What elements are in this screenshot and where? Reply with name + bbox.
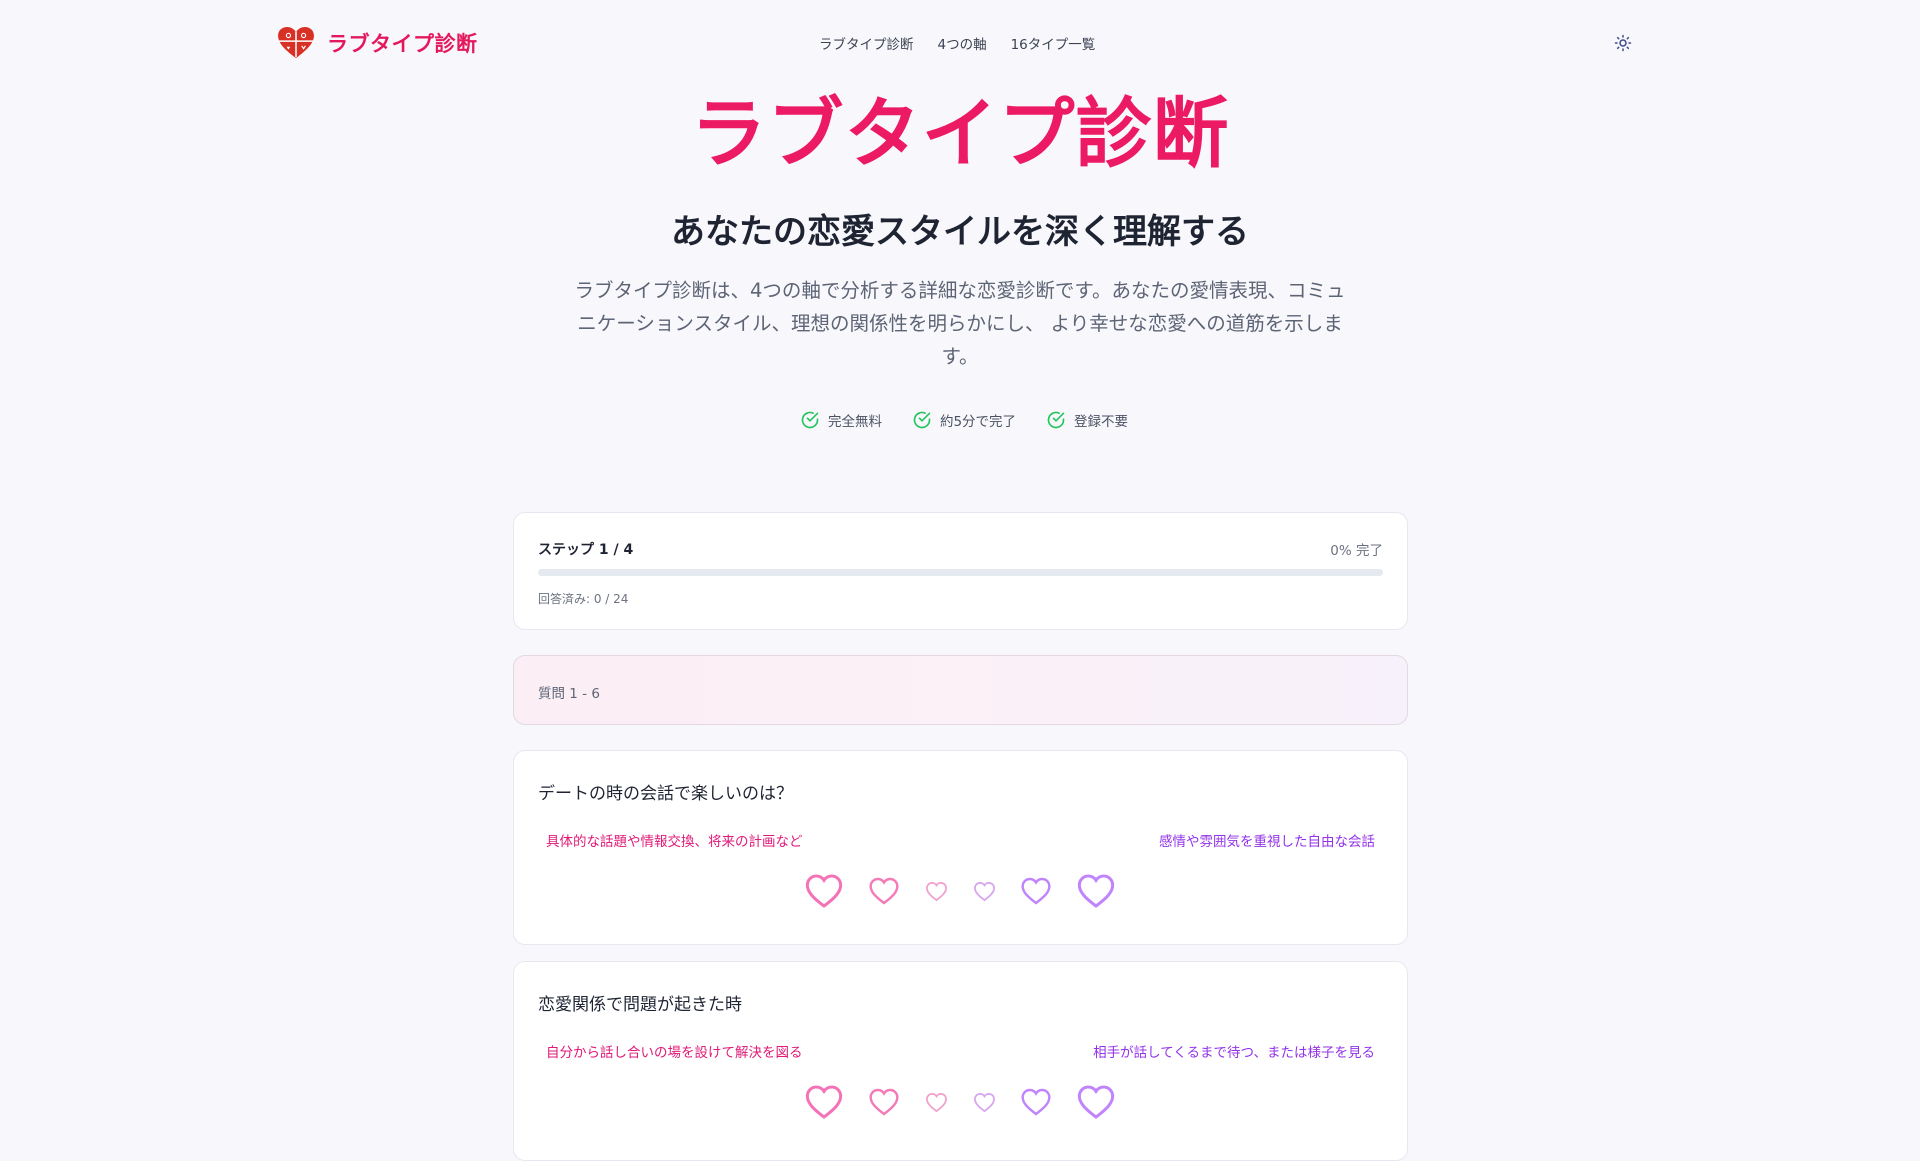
feature-item: 完全無料 [800,410,882,430]
feature-label: 登録不要 [1074,414,1129,430]
heart-icon[interactable] [804,1082,844,1122]
heart-icon[interactable] [973,1091,996,1114]
feature-item: 登録不要 [1046,410,1128,430]
feature-list: 完全無料 約5分で完了 登録不要 [0,410,1920,430]
question-text: デートの時の会話で楽しいのは？ [538,784,793,804]
question-text: 恋愛関係で問題が起きた時 [538,995,742,1015]
logo-text: ラブタイプ診断 [327,32,478,56]
answer-scale [514,866,1407,916]
feature-label: 完全無料 [827,414,882,430]
logo[interactable]: ラブタイプ診断 [277,26,478,60]
progress-card: ステップ 1 / 4 0% 完了 回答済み: 0 / 24 [513,512,1408,630]
heart-icon[interactable] [925,880,948,903]
heart-icon[interactable] [868,1086,900,1118]
heart-logo-icon [278,26,314,59]
answer-scale [514,1077,1407,1127]
heart-outline [1077,874,1115,908]
progress-bar [538,569,1383,576]
check-circle-icon [1047,411,1065,429]
right-option-label: 相手が話してくるまで待つ、または様子を見る [1093,1045,1375,1061]
heart-outline [973,881,995,901]
heart-outline [805,1085,843,1119]
step-indicator: ステップ 1 / 4 [538,542,634,558]
heart-icon[interactable] [1020,1086,1052,1118]
nav-link-type-list[interactable]: 16タイプ一覧 [1011,33,1096,53]
nav-link-diagnosis[interactable]: ラブタイプ診断 [819,33,914,53]
heart-icon[interactable] [804,871,844,911]
check-circle-icon [801,411,819,429]
heart-outline [925,881,947,901]
heart-outline [1077,1085,1115,1119]
heart-outline [1021,1088,1051,1116]
heart-icon[interactable] [1020,875,1052,907]
right-option-label: 感情や雰囲気を重視した自由な会話 [1159,834,1375,850]
heart-icon[interactable] [973,880,996,903]
left-option-label: 具体的な話題や情報交換、将来の計画など [546,834,803,850]
left-option-label: 自分から話し合いの場を設けて解決を図る [546,1045,803,1061]
feature-item: 約5分で完了 [912,410,1016,430]
answered-count: 回答済み: 0 / 24 [538,592,629,606]
heart-icon[interactable] [1076,871,1116,911]
heart-outline [869,1088,899,1116]
heart-icon[interactable] [1076,1082,1116,1122]
question-section-header: 質問 1 - 6 [513,655,1408,725]
feature-label: 約5分で完了 [939,414,1017,430]
question-card: 恋愛関係で問題が起きた時 自分から話し合いの場を設けて解決を図る 相手が話してく… [513,961,1408,1161]
heart-outline [805,874,843,908]
heart-outline [1021,877,1051,905]
heart-outline [869,877,899,905]
progress-percent: 0% 完了 [1330,543,1383,559]
question-card: デートの時の会話で楽しいのは？ 具体的な話題や情報交換、将来の計画など 感情や雰… [513,750,1408,945]
main-nav: ラブタイプ診断 4つの軸 16タイプ一覧 [819,33,1095,53]
heart-icon[interactable] [868,875,900,907]
hero-subtitle: あなたの恋愛スタイルを深く理解する [671,212,1249,252]
heart-outline [925,1092,947,1112]
heart-outline [973,1092,995,1112]
hero-title: ラブタイプ診断 [690,89,1230,178]
section-label: 質問 1 - 6 [538,686,600,702]
nav-link-four-axes[interactable]: 4つの軸 [938,33,987,53]
sun-icon[interactable] [1614,34,1632,52]
check-circle-icon [913,411,931,429]
hero-description: ラブタイプ診断は、4つの軸で分析する詳細な恋愛診断です。あなたの愛情表現、コミュ… [574,279,1346,368]
heart-icon[interactable] [925,1091,948,1114]
